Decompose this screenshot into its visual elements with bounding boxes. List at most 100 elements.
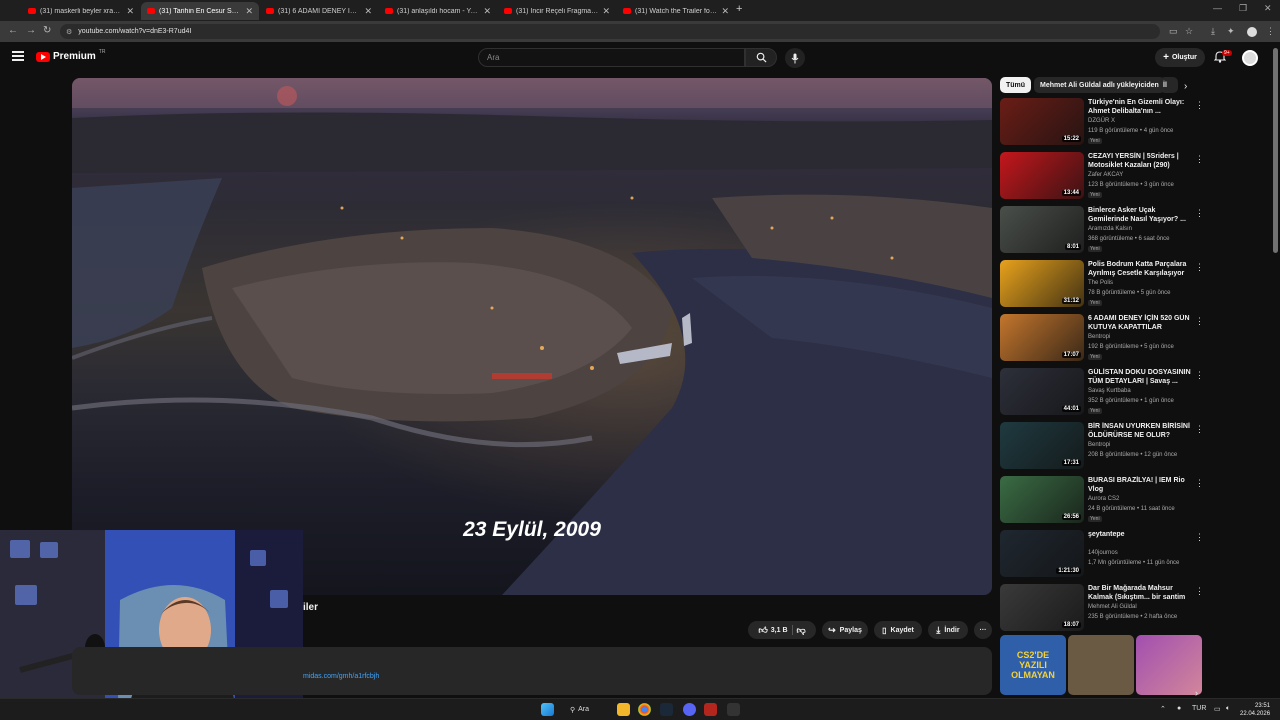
recommendation-title[interactable]: BİR İNSAN UYURKEN BİRİSİNİ ÖLDÜRÜRSE NE … (1088, 422, 1193, 440)
taskbar-clock[interactable]: 23:51 22.04.2026 (1240, 702, 1270, 718)
reload-icon[interactable]: ↻ (43, 25, 51, 36)
app-icon[interactable] (727, 703, 740, 716)
description-box[interactable] (72, 647, 992, 695)
more-vertical-icon[interactable]: ⋮ (1195, 154, 1204, 165)
channel-name[interactable]: Aramızda Kalsın (1088, 226, 1132, 232)
recommendation-title[interactable]: CEZAYI YERSİN | 5Sriders | Motosiklet Ka… (1088, 152, 1193, 170)
more-vertical-icon[interactable]: ⋮ (1195, 478, 1204, 489)
recommendation-item[interactable]: 17:07 6 ADAMI DENEY İÇİN 520 GÜN KUTUYA K… (1000, 314, 1205, 364)
channel-name[interactable]: Savaş Kurtbaba (1088, 388, 1131, 394)
hamburger-menu-icon[interactable] (12, 51, 24, 61)
recommendation-title[interactable]: şeytantepe (1088, 530, 1193, 539)
tray-chevron-icon[interactable]: ⌃ (1160, 705, 1166, 713)
create-button[interactable]: + Oluştur (1155, 48, 1205, 67)
recommendation-title[interactable]: 6 ADAMI DENEY İÇİN 520 GÜN KUTUYA KAPATT… (1088, 314, 1193, 332)
recommendation-item[interactable]: 17:31 BİR İNSAN UYURKEN BİRİSİNİ ÖLDÜRÜRS… (1000, 422, 1205, 472)
browser-tab[interactable]: (31) maskerli beyler xrak - YouTube ✕ (22, 2, 140, 20)
app-icon[interactable] (704, 703, 717, 716)
more-vertical-icon[interactable]: ⋮ (1195, 316, 1204, 327)
more-vertical-icon[interactable]: ⋮ (1195, 208, 1204, 219)
steam-icon[interactable] (660, 703, 673, 716)
browser-tab[interactable]: (31) İncir Reçeli Fragman - You ✕ (498, 2, 616, 20)
back-icon[interactable]: ← (8, 25, 18, 36)
chip-related[interactable]: İl (1160, 77, 1178, 93)
dislike-button[interactable]: 👎︎ (797, 625, 806, 636)
recommendation-item[interactable]: 13:44 CEZAYI YERSİN | 5Sriders | Motosikl… (1000, 152, 1205, 202)
more-vertical-icon[interactable]: ⋮ (1195, 586, 1204, 597)
channel-name[interactable]: DZGÜR X (1088, 118, 1115, 124)
video-thumbnail[interactable]: 18:07 (1000, 584, 1084, 631)
recommendation-title[interactable]: Türkiye'nin En Gizemli Olayı: Ahmet Deli… (1088, 98, 1193, 116)
recommendation-title[interactable]: GÜLİSTAN DOKU DOSYASININ TÜM DETAYLARI |… (1088, 368, 1193, 386)
taskbar-search[interactable]: ⚲ Ara (570, 702, 606, 717)
more-vertical-icon[interactable]: ⋮ (1195, 100, 1204, 111)
profile-avatar[interactable] (1247, 27, 1257, 37)
tray-app-icon[interactable]: ● (1177, 705, 1181, 712)
recommendation-item[interactable]: 18:07 Dar Bir Mağarada Mahsur Kalmak (Sık… (1000, 584, 1205, 634)
video-thumbnail[interactable]: 13:44 (1000, 152, 1084, 199)
more-actions-button[interactable]: ··· (974, 621, 992, 639)
browser-tab[interactable]: (31) anlaşıldı hocam - YouTube ✕ (379, 2, 497, 20)
search-button[interactable] (745, 48, 777, 67)
chevron-right-icon[interactable]: › (1184, 81, 1187, 92)
account-avatar[interactable] (1242, 50, 1258, 66)
channel-name[interactable]: Zafer AKCAY (1088, 172, 1123, 178)
file-explorer-icon[interactable] (617, 703, 630, 716)
video-thumbnail[interactable]: 15:22 (1000, 98, 1084, 145)
more-vertical-icon[interactable]: ⋮ (1195, 532, 1204, 543)
new-tab-button[interactable]: + (736, 3, 742, 15)
close-tab-icon[interactable]: ✕ (483, 6, 491, 17)
discord-icon[interactable] (683, 703, 696, 716)
channel-name[interactable]: Mehmet Ali Güldal (1088, 604, 1137, 610)
recommendation-title[interactable]: Dar Bir Mağarada Mahsur Kalmak (Sıkıştım… (1088, 584, 1193, 602)
video-thumbnail[interactable]: 26:56 (1000, 476, 1084, 523)
description-link[interactable]: midas.com/gmh/a1rfcbjh (303, 673, 379, 680)
chip-all[interactable]: Tümü (1000, 77, 1032, 93)
recommendation-title[interactable]: Polis Bodrum Katta Parçalara Ayrılmış Ce… (1088, 260, 1193, 278)
more-vertical-icon[interactable]: ⋮ (1195, 424, 1204, 435)
shorts-thumbnail[interactable] (1068, 635, 1134, 695)
close-tab-icon[interactable]: ✕ (602, 6, 610, 17)
channel-name[interactable]: Aurora CS2 (1088, 496, 1119, 502)
save-button[interactable]: ▯ Kaydet (874, 621, 922, 639)
video-thumbnail[interactable]: 17:07 (1000, 314, 1084, 361)
youtube-logo[interactable]: Premium TR (36, 49, 105, 62)
recommendation-item[interactable]: 26:56 BURASI BRAZİLYA! | IEM Rio Vlog Auro… (1000, 476, 1205, 526)
minimize-icon[interactable]: — (1213, 3, 1222, 13)
chip-from-uploader[interactable]: Mehmet Ali Güldal adlı yükleyiciden (1034, 77, 1165, 93)
tray-lang[interactable]: TUR (1192, 705, 1206, 712)
chrome-icon[interactable] (638, 703, 651, 716)
close-tab-icon[interactable]: ✕ (721, 6, 729, 17)
install-icon[interactable]: ▭ (1169, 26, 1178, 37)
search-input[interactable]: Ara (478, 48, 745, 67)
channel-name[interactable]: The Polis (1088, 280, 1113, 286)
shorts-thumbnail[interactable] (1136, 635, 1202, 695)
browser-tab[interactable]: (31) Watch the Trailer for Madd ✕ (617, 2, 735, 20)
maximize-icon[interactable]: ❐ (1239, 3, 1247, 14)
recommendation-item[interactable]: 15:22 Türkiye'nin En Gizemli Olayı: Ahmet… (1000, 98, 1205, 148)
video-thumbnail[interactable]: 44:01 (1000, 368, 1084, 415)
close-tab-icon[interactable]: ✕ (126, 6, 134, 17)
more-vertical-icon[interactable]: ⋮ (1195, 262, 1204, 273)
close-window-icon[interactable]: ✕ (1264, 3, 1272, 14)
video-thumbnail[interactable]: 8:01 (1000, 206, 1084, 253)
channel-name[interactable]: Bentropi (1088, 334, 1110, 340)
bookmark-star-icon[interactable]: ☆ (1185, 26, 1193, 37)
shorts-thumbnail[interactable]: CS2'DE YAZILI OLMAYAN (1000, 635, 1066, 695)
share-button[interactable]: ↪ Paylaş (822, 621, 868, 639)
more-vertical-icon[interactable]: ⋮ (1195, 370, 1204, 381)
video-thumbnail[interactable]: 31:12 (1000, 260, 1084, 307)
video-player[interactable]: 23 Eylül, 2009 (72, 78, 992, 595)
video-thumbnail[interactable]: 17:31 (1000, 422, 1084, 469)
browser-tab-active[interactable]: (31) Tarihin En Cesur Soygunu ✕ (141, 2, 259, 20)
download-button[interactable]: ⤓ İndir (928, 621, 968, 639)
video-thumbnail[interactable]: 1:21:30 (1000, 530, 1084, 577)
site-info-icon[interactable]: ⚙ (66, 28, 72, 36)
close-tab-icon[interactable]: ✕ (245, 6, 253, 17)
page-scrollbar[interactable] (1273, 48, 1278, 253)
recommendation-item[interactable]: 8:01 Binlerce Asker Uçak Gemilerinde Nası… (1000, 206, 1205, 256)
extensions-icon[interactable]: ✦ (1227, 26, 1235, 37)
browser-menu-icon[interactable]: ⋮ (1266, 26, 1275, 37)
recommendation-title[interactable]: Binlerce Asker Uçak Gemilerinde Nasıl Ya… (1088, 206, 1193, 224)
url-field[interactable]: ⚙ youtube.com/watch?v=dnE3-R7ud4I (60, 24, 1160, 39)
